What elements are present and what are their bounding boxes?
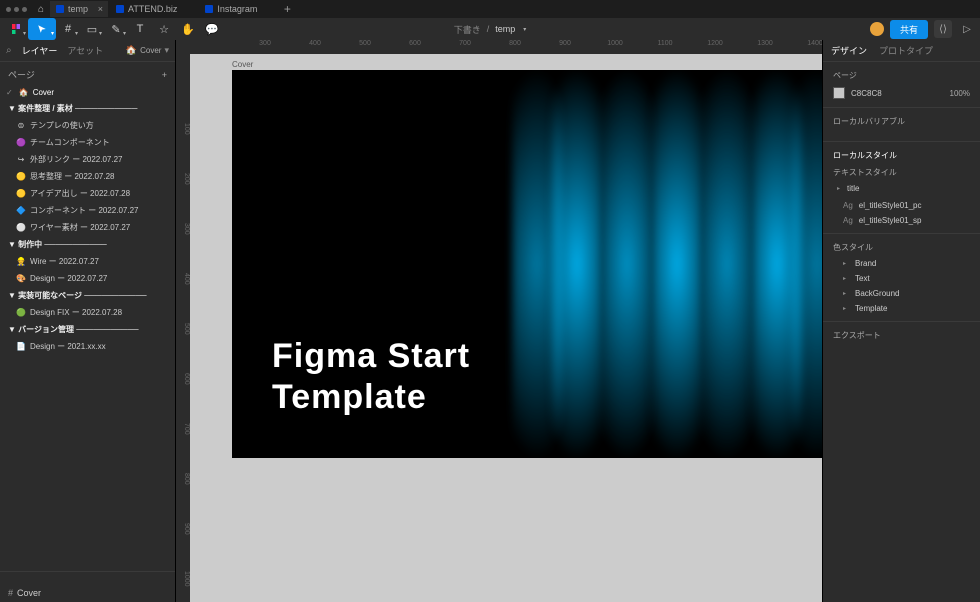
file-tab-label: temp [68,4,88,14]
page-item[interactable]: ▼ 制作中 ─────────── [0,236,175,253]
page-color-opacity: 100% [950,89,970,98]
share-button[interactable]: 共有 [890,20,928,39]
page-item[interactable]: 🟣チームコンポーネント [0,134,175,151]
design-tab[interactable]: デザイン [831,44,867,57]
chevron-down-icon: ▾ [523,26,526,33]
page-item[interactable]: 🟢Design FIX ー 2022.07.28 [0,304,175,321]
page-item[interactable]: ▼ 案件整理 / 素材 ─────────── [0,100,175,117]
page-background-row[interactable]: C8C8C8 100% [833,87,970,99]
text-styles-label: テキストスタイル [833,167,970,178]
shape-tool[interactable]: ▭▾ [80,18,104,40]
text-tool[interactable]: T [128,18,152,40]
new-tab-button[interactable]: + [279,2,295,16]
hand-tool[interactable]: ✋ [176,18,200,40]
dev-mode-toggle[interactable]: ⟨⟩ [934,20,952,38]
page-item[interactable]: 🟡思考整理 ー 2022.07.28 [0,168,175,185]
horizontal-ruler: 3004005006007008009001000110012001300140… [190,40,822,54]
page-item[interactable]: 🎨Design ー 2022.07.27 [0,270,175,287]
canvas-viewport[interactable]: Cover Figma Start Template [190,54,822,602]
page-item[interactable]: 🟡アイデア出し ー 2022.07.28 [0,185,175,202]
file-tab-1[interactable]: temp × [50,1,108,17]
page-color-value: C8C8C8 [851,89,882,98]
canvas-area[interactable]: 3004005006007008009001000110012001300140… [176,40,822,602]
color-style-item[interactable]: ▸Template [833,304,970,313]
right-panel: デザイン プロトタイプ ページ C8C8C8 100% ローカルバリアブル ロー… [822,40,980,602]
export-label[interactable]: エクスポート [833,330,970,341]
present-button[interactable]: ▷ [958,20,976,38]
prototype-tab[interactable]: プロトタイプ [879,44,933,57]
layers-tab[interactable]: レイヤー [22,44,58,57]
pages-list: ✓🏠Cover▼ 案件整理 / 素材 ───────────⊜テンプレの使い方🟣… [0,85,175,361]
folder-name: 下書き [454,23,481,36]
file-tab-3[interactable]: Instagram [199,1,277,17]
color-style-item[interactable]: ▸Brand [833,259,970,268]
search-icon[interactable]: ⌕ [6,45,12,56]
frame-tool[interactable]: #▾ [56,18,80,40]
file-tab-label: Instagram [217,4,257,14]
page-item[interactable]: ↪外部リンク ー 2022.07.27 [0,151,175,168]
file-tab-2[interactable]: ATTEND.biz [110,1,197,17]
text-style-group[interactable]: ▸title [833,184,970,193]
color-styles-label: 色スタイル [833,242,970,253]
main-menu-button[interactable]: ▾ [4,18,28,40]
avatar[interactable] [870,22,884,36]
frame-title-label[interactable]: Cover [232,60,253,69]
left-panel: ⌕ レイヤー アセット 🏠Cover▾ ページ + ✓🏠Cover▼ 案件整理 … [0,40,176,602]
pen-tool[interactable]: ✎▾ [104,18,128,40]
file-tab-label: ATTEND.biz [128,4,177,14]
cover-heading: Figma Start Template [272,336,470,418]
close-icon[interactable]: × [98,4,103,14]
page-item[interactable]: 👷Wire ー 2022.07.27 [0,253,175,270]
color-style-item[interactable]: ▸BackGround [833,289,970,298]
pages-header: ページ [8,68,35,81]
local-styles-label: ローカルスタイル [833,150,970,161]
vertical-ruler: 1002003004005006007008009001000 [176,54,190,602]
resource-tool[interactable]: ☆ [152,18,176,40]
os-tab-bar: ⌂ temp × ATTEND.biz Instagram + [0,0,980,18]
page-item[interactable]: 🔷コンポーネント ー 2022.07.27 [0,202,175,219]
page-item[interactable]: 📄Design ー 2021.xx.xx [0,338,175,355]
comment-tool[interactable]: 💬 [200,18,224,40]
assets-tab[interactable]: アセット [67,44,103,57]
page-item[interactable]: ⊜テンプレの使い方 [0,117,175,134]
file-name: temp [495,24,515,34]
page-item[interactable]: ▼ 実装可能なページ ─────────── [0,287,175,304]
document-title[interactable]: 下書き / temp ▾ [454,23,527,36]
text-style-item[interactable]: Agel_titleStyle01_pc [833,201,970,210]
color-style-item[interactable]: ▸Text [833,274,970,283]
page-item[interactable]: ▼ バージョン管理 ─────────── [0,321,175,338]
page-section-label: ページ [833,70,970,81]
layers-section [0,571,175,584]
window-traffic-lights [6,7,32,12]
page-item[interactable]: ✓🏠Cover [0,85,175,100]
move-tool[interactable]: ▾ [28,18,56,40]
frame-icon: # [8,588,13,598]
add-page-button[interactable]: + [162,70,167,80]
local-variables-label[interactable]: ローカルバリアブル [833,116,970,127]
home-button[interactable]: ⌂ [34,2,48,16]
layer-row[interactable]: #Cover [0,584,175,602]
top-toolbar: ▾ ▾ #▾ ▭▾ ✎▾ T ☆ ✋ 💬 下書き / temp ▾ 共有 ⟨⟩ … [0,18,980,40]
page-item[interactable]: ⚪ワイヤー素材 ー 2022.07.27 [0,219,175,236]
cover-frame[interactable]: Figma Start Template [232,70,822,458]
color-swatch[interactable] [833,87,845,99]
text-style-item[interactable]: Agel_titleStyle01_sp [833,216,970,225]
page-crumb[interactable]: 🏠Cover▾ [126,45,169,56]
